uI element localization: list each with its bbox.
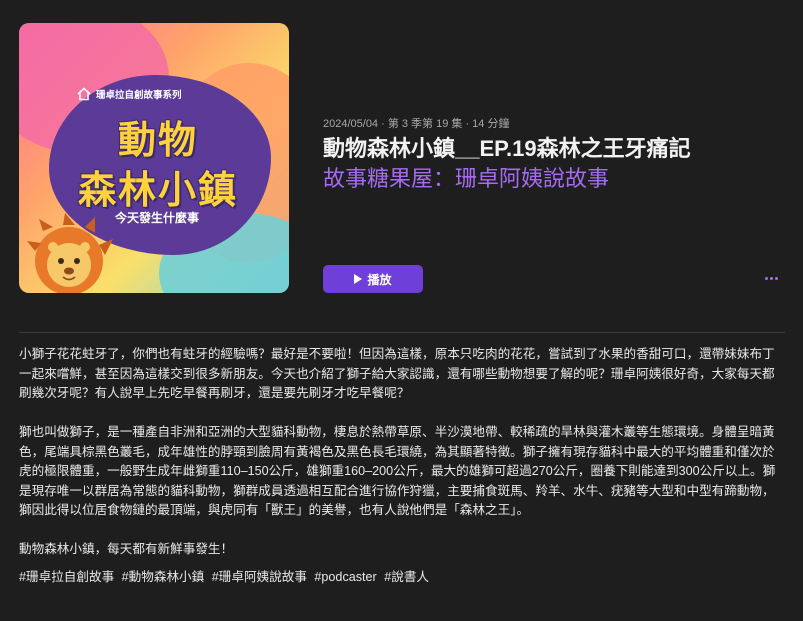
artwork-title-line1: 動物 [117, 117, 198, 162]
episode-page: 珊卓拉自創故事系列 動物 森林小鎮 今天發生什麼事 2024/05/04 · 第… [0, 0, 803, 621]
divider [19, 332, 785, 333]
play-button[interactable]: 播放 [323, 265, 423, 293]
play-icon [354, 274, 363, 284]
play-button-label: 播放 [367, 272, 392, 287]
description-paragraph: 獅也叫做獅子，是一種產自非洲和亞洲的大型貓科動物，棲息於熱帶草原、半沙漠地帶、較… [19, 425, 776, 517]
episode-artwork: 珊卓拉自創故事系列 動物 森林小鎮 今天發生什麼事 [19, 23, 289, 293]
artwork-subtitle: 今天發生什麼事 [115, 211, 200, 225]
artwork-series-row: 珊卓拉自創故事系列 [77, 87, 182, 101]
hashtag-link[interactable]: #珊卓拉自創故事 [19, 570, 114, 584]
more-icon [774, 276, 778, 280]
hashtag-link[interactable]: #說書人 [384, 570, 429, 584]
episode-meta: 2024/05/04 · 第 3 季第 19 集 · 14 分鐘 [323, 118, 510, 130]
lion-illustration [27, 213, 113, 293]
show-title-link[interactable]: 故事糖果屋：珊卓阿姨說故事 [323, 161, 609, 193]
hashtag-link[interactable]: #podcaster [314, 570, 376, 584]
artwork-title-line2: 森林小鎮 [77, 167, 238, 212]
episode-description: 小獅子花花蛀牙了，你們也有蛀牙的經驗嗎？最好是不要啦！但因為這樣，原本只吃肉的花… [19, 345, 785, 587]
description-paragraph: 動物森林小鎮，每天都有新鮮事發生！ [19, 542, 234, 556]
description-paragraph: 小獅子花花蛀牙了，你們也有蛀牙的經驗嗎？最好是不要啦！但因為這樣，原本只吃肉的花… [19, 347, 775, 400]
artwork-series-label: 珊卓拉自創故事系列 [96, 90, 182, 101]
episode-title: 動物森林小鎮__EP.19森林之王牙痛記 [323, 136, 691, 161]
more-options-button[interactable] [760, 268, 782, 288]
hashtag-link[interactable]: #動物森林小鎮 [122, 570, 205, 584]
hashtag-link[interactable]: #珊卓阿姨說故事 [212, 570, 307, 584]
more-icon [764, 276, 768, 280]
hashtag-list: #珊卓拉自創故事 #動物森林小鎮 #珊卓阿姨說故事 #podcaster #說書… [19, 568, 785, 587]
more-icon [769, 276, 773, 280]
house-icon [77, 87, 91, 101]
